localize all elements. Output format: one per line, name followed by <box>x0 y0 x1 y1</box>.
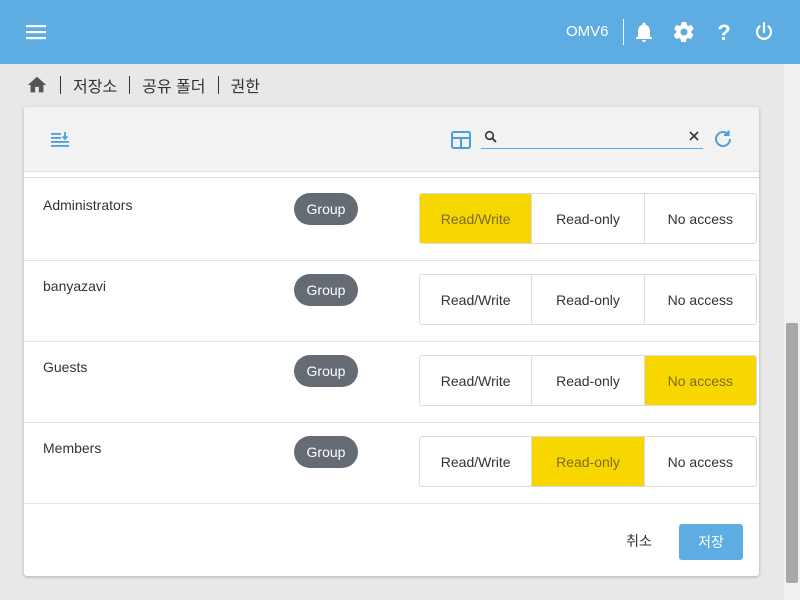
breadcrumb: 저장소 공유 폴더 권한 <box>26 72 260 98</box>
principal-name: banyazavi <box>43 278 107 294</box>
toolbar <box>24 107 759 171</box>
permission-row: banyazavi Group Read/Write Read-only No acce… <box>24 261 759 342</box>
header-divider <box>623 19 624 45</box>
clear-icon[interactable] <box>687 129 701 143</box>
search-field <box>481 127 703 149</box>
option-no-access[interactable]: No access <box>643 356 756 405</box>
permission-row: Members Group Read/Write Read-only No access <box>24 423 759 504</box>
toolbar-divider <box>24 171 759 178</box>
power-icon[interactable] <box>752 20 776 44</box>
breadcrumb-shared-folders[interactable]: 공유 폴더 <box>142 73 205 97</box>
breadcrumb-separator <box>217 76 219 94</box>
top-bar: OMV6 ? <box>0 0 800 64</box>
principal-name: Members <box>43 440 102 456</box>
home-icon[interactable] <box>26 74 48 96</box>
breadcrumb-storage[interactable]: 저장소 <box>73 73 117 97</box>
scrollbar-thumb[interactable] <box>786 323 798 583</box>
option-no-access[interactable]: No access <box>643 275 756 324</box>
option-read-only[interactable]: Read-only <box>531 437 644 486</box>
search-icon <box>484 130 497 143</box>
permissions-card: Administrators Group Read/Write Read-only No… <box>24 107 759 576</box>
search-input[interactable] <box>501 127 681 147</box>
menu-icon[interactable] <box>26 22 46 42</box>
option-read-only[interactable]: Read-only <box>531 194 644 243</box>
type-chip: Group <box>294 355 358 387</box>
columns-icon[interactable] <box>450 129 472 151</box>
breadcrumb-permissions: 권한 <box>230 79 260 96</box>
permission-toggle-group: Read/Write Read-only No access <box>419 355 757 406</box>
option-read-write[interactable]: Read/Write <box>420 437 532 486</box>
permission-toggle-group: Read/Write Read-only No access <box>419 193 757 244</box>
option-read-write[interactable]: Read/Write <box>420 356 532 405</box>
permission-row: Administrators Group Read/Write Read-only No… <box>24 180 759 261</box>
principal-name: Administrators <box>43 197 133 213</box>
save-button[interactable]: 저장 <box>679 524 743 560</box>
help-icon[interactable]: ? <box>712 20 736 44</box>
breadcrumb-separator <box>129 76 131 94</box>
option-read-write[interactable]: Read/Write <box>420 275 532 324</box>
option-no-access[interactable]: No access <box>643 194 756 243</box>
svg-text:?: ? <box>717 20 730 44</box>
option-read-only[interactable]: Read-only <box>531 275 644 324</box>
type-chip: Group <box>294 274 358 306</box>
bell-icon[interactable] <box>632 20 656 44</box>
refresh-icon[interactable] <box>712 128 734 150</box>
permission-row: Guests Group Read/Write Read-only No access <box>24 342 759 423</box>
option-no-access[interactable]: No access <box>643 437 756 486</box>
cancel-button[interactable]: 취소 <box>614 523 664 559</box>
principal-name: Guests <box>43 359 88 375</box>
list-sort-icon[interactable] <box>49 129 71 151</box>
brand-label: OMV6 <box>566 23 609 40</box>
permission-toggle-group: Read/Write Read-only No access <box>419 436 757 487</box>
gear-icon[interactable] <box>672 20 696 44</box>
type-chip: Group <box>294 436 358 468</box>
permission-toggle-group: Read/Write Read-only No access <box>419 274 757 325</box>
type-chip: Group <box>294 193 358 225</box>
option-read-only[interactable]: Read-only <box>531 356 644 405</box>
breadcrumb-separator <box>60 76 61 94</box>
option-read-write[interactable]: Read/Write <box>420 194 532 243</box>
